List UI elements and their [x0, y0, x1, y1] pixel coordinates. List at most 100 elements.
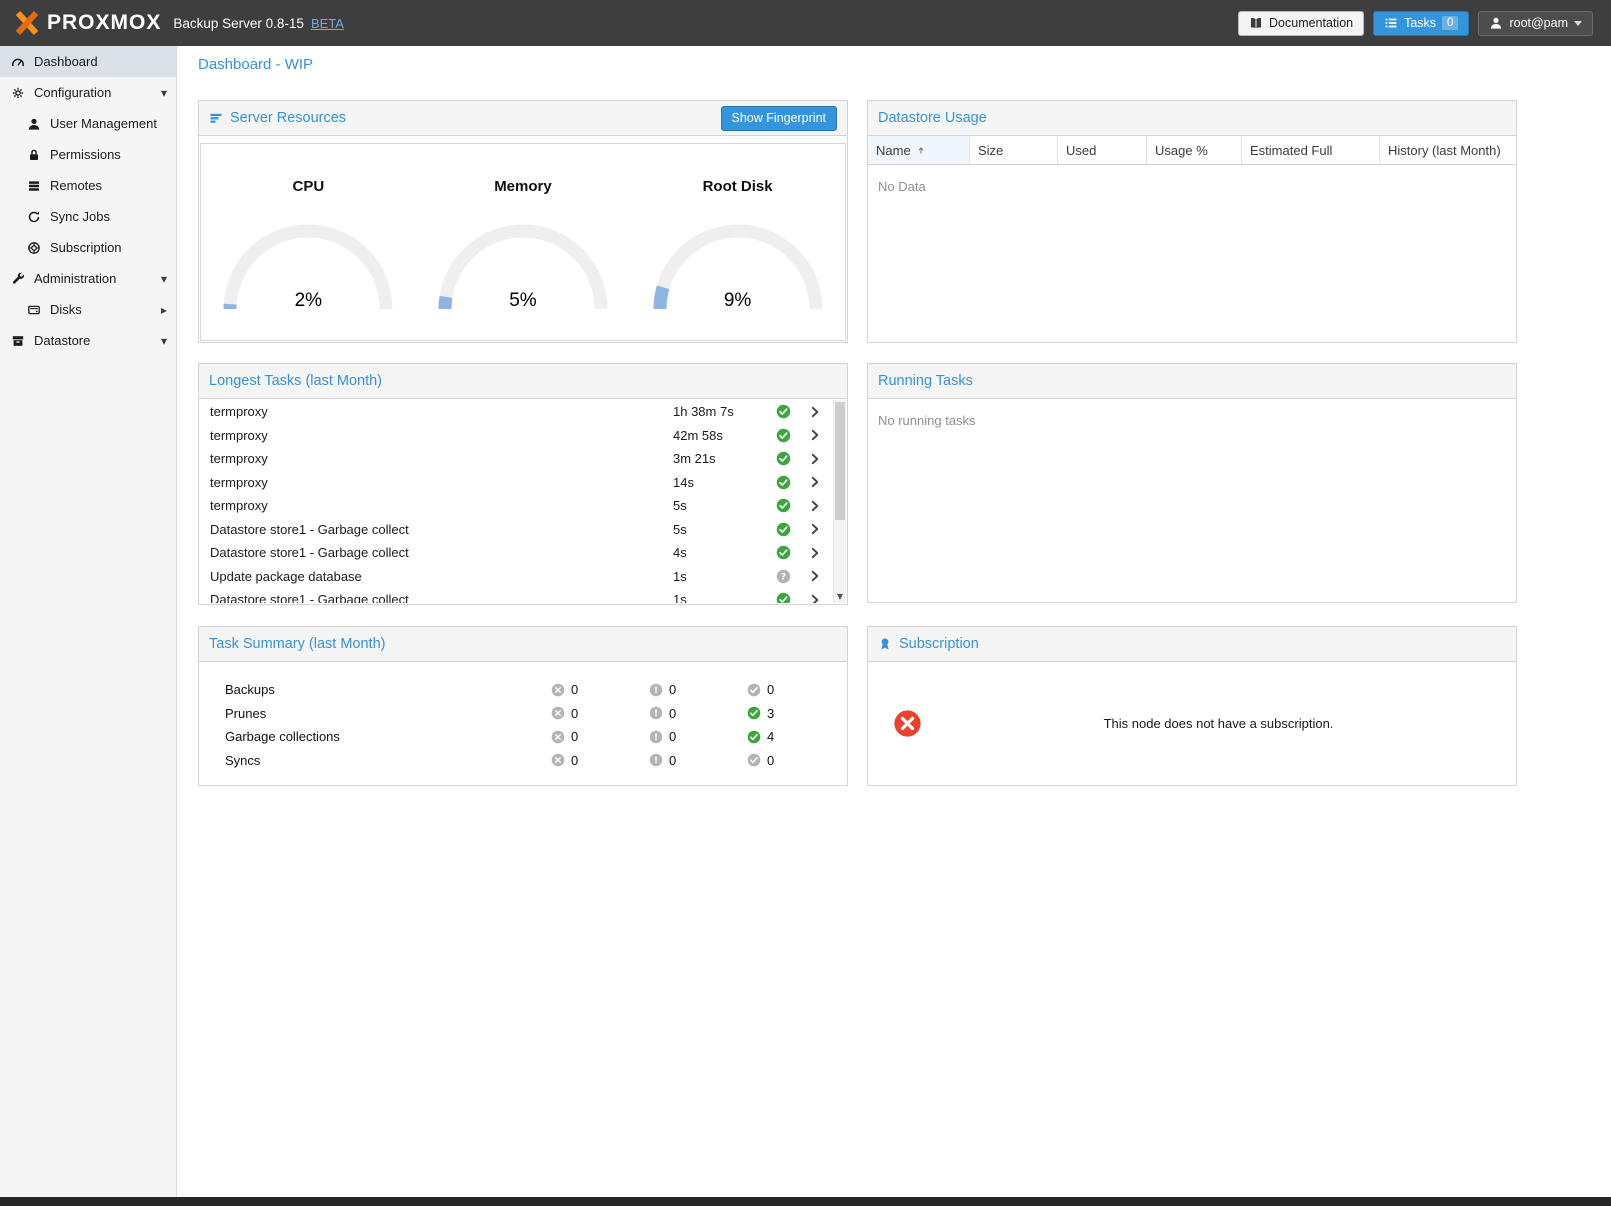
subscription-body: This node does not have a subscription.: [869, 663, 1515, 784]
ok-status-icon: [769, 498, 797, 513]
error-circle-icon: [551, 683, 565, 697]
resources-icon: [209, 111, 223, 125]
brand-text: PROXMOX: [47, 11, 161, 35]
task-row[interactable]: Update package database 1s ?: [200, 565, 833, 589]
sidebar-item-configuration[interactable]: Configuration ▾: [0, 77, 176, 108]
server-stack-icon: [27, 179, 41, 193]
chevron-right-icon[interactable]: [797, 546, 833, 560]
topbar-actions: Documentation Tasks 0 root@pam: [1238, 11, 1593, 36]
chevron-right-icon[interactable]: [797, 499, 833, 513]
sidebar-item-disks[interactable]: Disks ▸: [0, 294, 176, 325]
empty-state-text: No Data: [868, 165, 1516, 208]
longest-tasks-header: Longest Tasks (last Month): [199, 364, 847, 399]
chevron-right-icon[interactable]: [797, 428, 833, 442]
subscription-message: This node does not have a subscription.: [922, 716, 1515, 731]
sidebar-item-label: Administration: [34, 271, 116, 286]
tasks-count-badge: 0: [1442, 16, 1458, 30]
user-label: root@pam: [1509, 16, 1568, 30]
sidebar: Dashboard Configuration ▾ User Managemen…: [0, 46, 177, 1197]
task-row[interactable]: termproxy 42m 58s: [200, 424, 833, 448]
longest-tasks-panel: Longest Tasks (last Month) termproxy 1h …: [198, 363, 848, 605]
task-row[interactable]: termproxy 14s: [200, 471, 833, 495]
user-menu-button[interactable]: root@pam: [1478, 11, 1593, 36]
collapse-icon[interactable]: ▾: [161, 335, 167, 347]
empty-state-text: No running tasks: [868, 399, 1516, 442]
summary-row-garbage-collections: Garbage collections 0 !0 4: [199, 725, 847, 749]
warning-circle-icon: !: [649, 706, 663, 720]
ok-status-icon: [769, 404, 797, 419]
sidebar-item-remotes[interactable]: Remotes: [0, 170, 176, 201]
cpu-gauge: CPU 2%: [201, 178, 416, 340]
chevron-right-icon[interactable]: [797, 569, 833, 583]
sidebar-item-subscription[interactable]: Subscription: [0, 232, 176, 263]
collapse-icon[interactable]: ▾: [161, 87, 167, 99]
svg-text:!: !: [654, 686, 658, 696]
topbar: PROXMOX Backup Server 0.8-15 BETA Docume…: [0, 0, 1611, 46]
error-circle-icon: [893, 709, 922, 738]
documentation-button[interactable]: Documentation: [1238, 11, 1364, 36]
gauge-value: 5%: [435, 290, 611, 312]
sidebar-item-dashboard[interactable]: Dashboard: [0, 46, 176, 77]
memory-gauge: Memory 5%: [416, 178, 631, 340]
ok-status-icon: [769, 522, 797, 537]
lock-icon: [27, 148, 41, 162]
proxmox-x-icon: [14, 10, 40, 36]
task-row[interactable]: termproxy 5s: [200, 494, 833, 518]
column-header-size[interactable]: Size: [970, 136, 1058, 164]
table-header-row: Name Size Used Usage % Estimated Full Hi…: [868, 136, 1516, 165]
scroll-down-icon[interactable]: ▼: [834, 590, 846, 603]
sidebar-item-label: User Management: [50, 116, 157, 131]
column-header-used[interactable]: Used: [1058, 136, 1147, 164]
column-header-usage-pct[interactable]: Usage %: [1147, 136, 1242, 164]
task-summary-body: Backups 0 !0 0 Prunes 0 !0 3 Garbage col…: [199, 662, 847, 772]
user-icon: [1489, 16, 1503, 30]
column-header-estimated-full[interactable]: Estimated Full: [1242, 136, 1380, 164]
column-header-name[interactable]: Name: [868, 136, 970, 164]
beta-link[interactable]: BETA: [311, 16, 344, 31]
ok-status-icon: [769, 545, 797, 560]
gauge-value: 9%: [650, 290, 826, 312]
collapse-icon[interactable]: ▾: [161, 273, 167, 285]
ok-status-icon: [747, 730, 761, 744]
chevron-right-icon[interactable]: [797, 522, 833, 536]
longest-tasks-list: termproxy 1h 38m 7s termproxy 42m 58s te…: [200, 400, 846, 603]
datastore-icon: [11, 334, 25, 348]
task-row[interactable]: termproxy 3m 21s: [200, 447, 833, 471]
wrench-icon: [11, 272, 25, 286]
task-summary-header: Task Summary (last Month): [199, 627, 847, 662]
chevron-right-icon[interactable]: [797, 475, 833, 489]
column-header-history[interactable]: History (last Month): [1380, 136, 1516, 164]
sidebar-item-permissions[interactable]: Permissions: [0, 139, 176, 170]
gear-icon: [11, 86, 25, 100]
book-icon: [1249, 16, 1263, 30]
task-row[interactable]: termproxy 1h 38m 7s: [200, 400, 833, 424]
sync-icon: [27, 210, 41, 224]
task-row[interactable]: Datastore store1 - Garbage collect 1s: [200, 588, 833, 603]
sidebar-item-label: Dashboard: [34, 54, 98, 69]
tasks-button[interactable]: Tasks 0: [1373, 11, 1469, 36]
chevron-right-icon[interactable]: [797, 452, 833, 466]
sidebar-item-label: Subscription: [50, 240, 122, 255]
ok-status-icon: [769, 428, 797, 443]
sidebar-item-datastore[interactable]: Datastore ▾: [0, 325, 176, 356]
proxmox-logo: PROXMOX: [14, 10, 161, 36]
sidebar-item-label: Permissions: [50, 147, 121, 162]
server-resources-header: Server Resources Show Fingerprint: [199, 101, 847, 136]
tasks-label: Tasks: [1404, 16, 1436, 30]
task-summary-panel: Task Summary (last Month) Backups 0 !0 0…: [198, 626, 848, 786]
scrollbar[interactable]: ▼: [833, 400, 846, 603]
sidebar-item-administration[interactable]: Administration ▾: [0, 263, 176, 294]
task-row[interactable]: Datastore store1 - Garbage collect 5s: [200, 518, 833, 542]
show-fingerprint-button[interactable]: Show Fingerprint: [721, 106, 838, 131]
panel-title: Server Resources: [230, 110, 346, 126]
sidebar-item-user-management[interactable]: User Management: [0, 108, 176, 139]
expand-icon[interactable]: ▸: [161, 304, 167, 316]
task-row[interactable]: Datastore store1 - Garbage collect 4s: [200, 541, 833, 565]
sidebar-item-sync-jobs[interactable]: Sync Jobs: [0, 201, 176, 232]
chevron-right-icon[interactable]: [797, 593, 833, 603]
scrollbar-thumb[interactable]: [835, 402, 845, 520]
user-icon: [27, 117, 41, 131]
gauge-value: 2%: [220, 290, 396, 312]
subscription-ribbon-icon: [878, 637, 892, 651]
chevron-right-icon[interactable]: [797, 405, 833, 419]
